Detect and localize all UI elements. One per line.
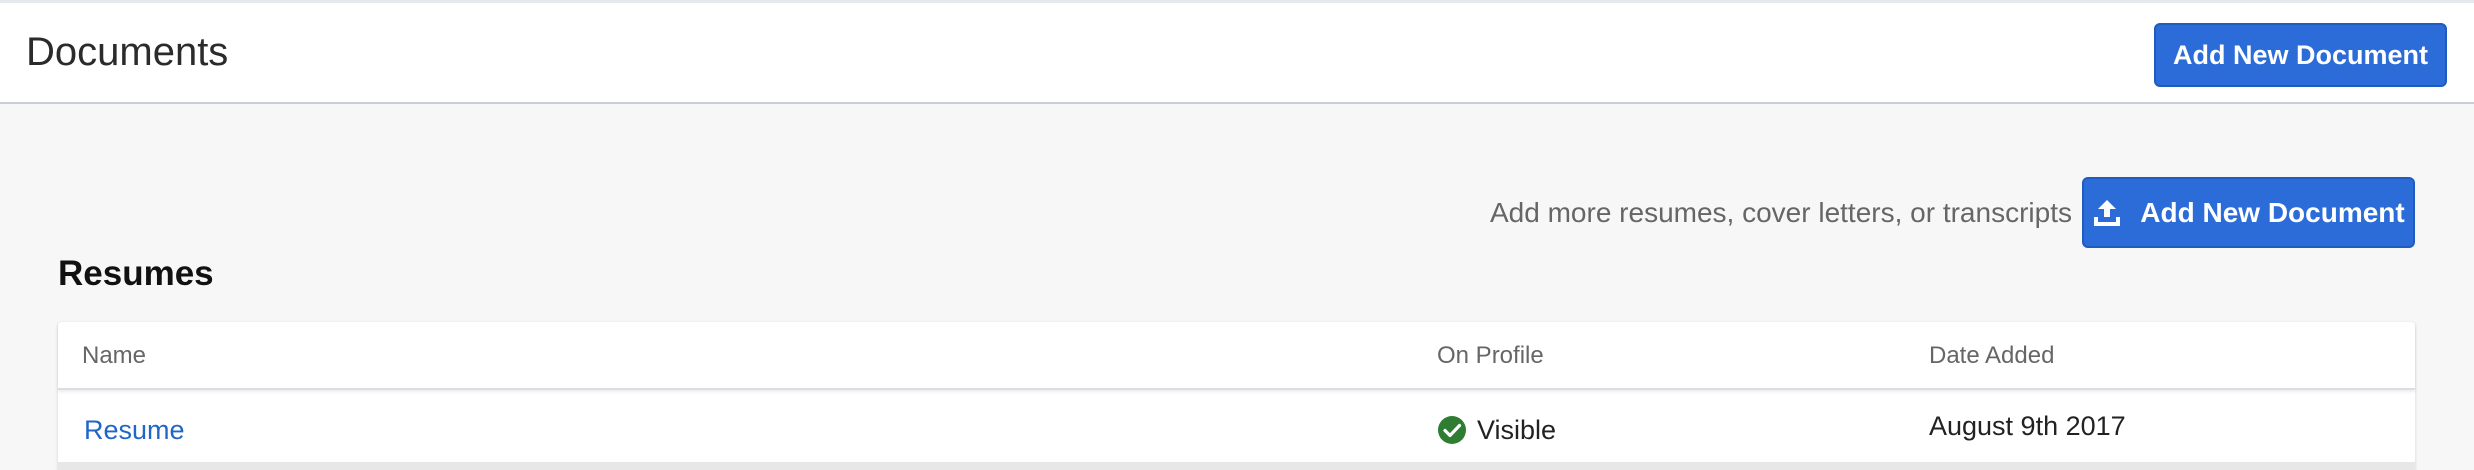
table-bottom-edge: [58, 462, 2415, 470]
check-circle-icon: [1437, 415, 1467, 445]
resumes-section-title: Resumes: [58, 254, 214, 293]
upload-icon: [2092, 198, 2122, 228]
page-title: Documents: [26, 30, 229, 74]
table-header: Name On Profile Date Added: [58, 322, 2415, 390]
table-row: Resume Visible August 9th 2017: [58, 392, 2415, 470]
date-added: August 9th 2017: [1929, 411, 2126, 441]
column-header-date-added: Date Added: [1929, 342, 2055, 369]
column-header-name: Name: [82, 342, 147, 369]
column-header-on-profile: On Profile: [1437, 342, 1544, 369]
add-new-document-button[interactable]: Add New Document: [2082, 177, 2415, 248]
top-header: Documents Add New Document: [0, 0, 2474, 104]
resumes-table: Name On Profile Date Added Resume Visibl…: [58, 322, 2415, 470]
on-profile-status: Visible: [1437, 412, 1556, 448]
add-new-document-header-button[interactable]: Add New Document: [2154, 23, 2447, 87]
resume-link[interactable]: Resume: [84, 412, 185, 448]
add-new-document-button-label: Add New Document: [2140, 196, 2405, 228]
helper-text: Add more resumes, cover letters, or tran…: [1490, 197, 2072, 228]
on-profile-label: Visible: [1477, 415, 1557, 445]
